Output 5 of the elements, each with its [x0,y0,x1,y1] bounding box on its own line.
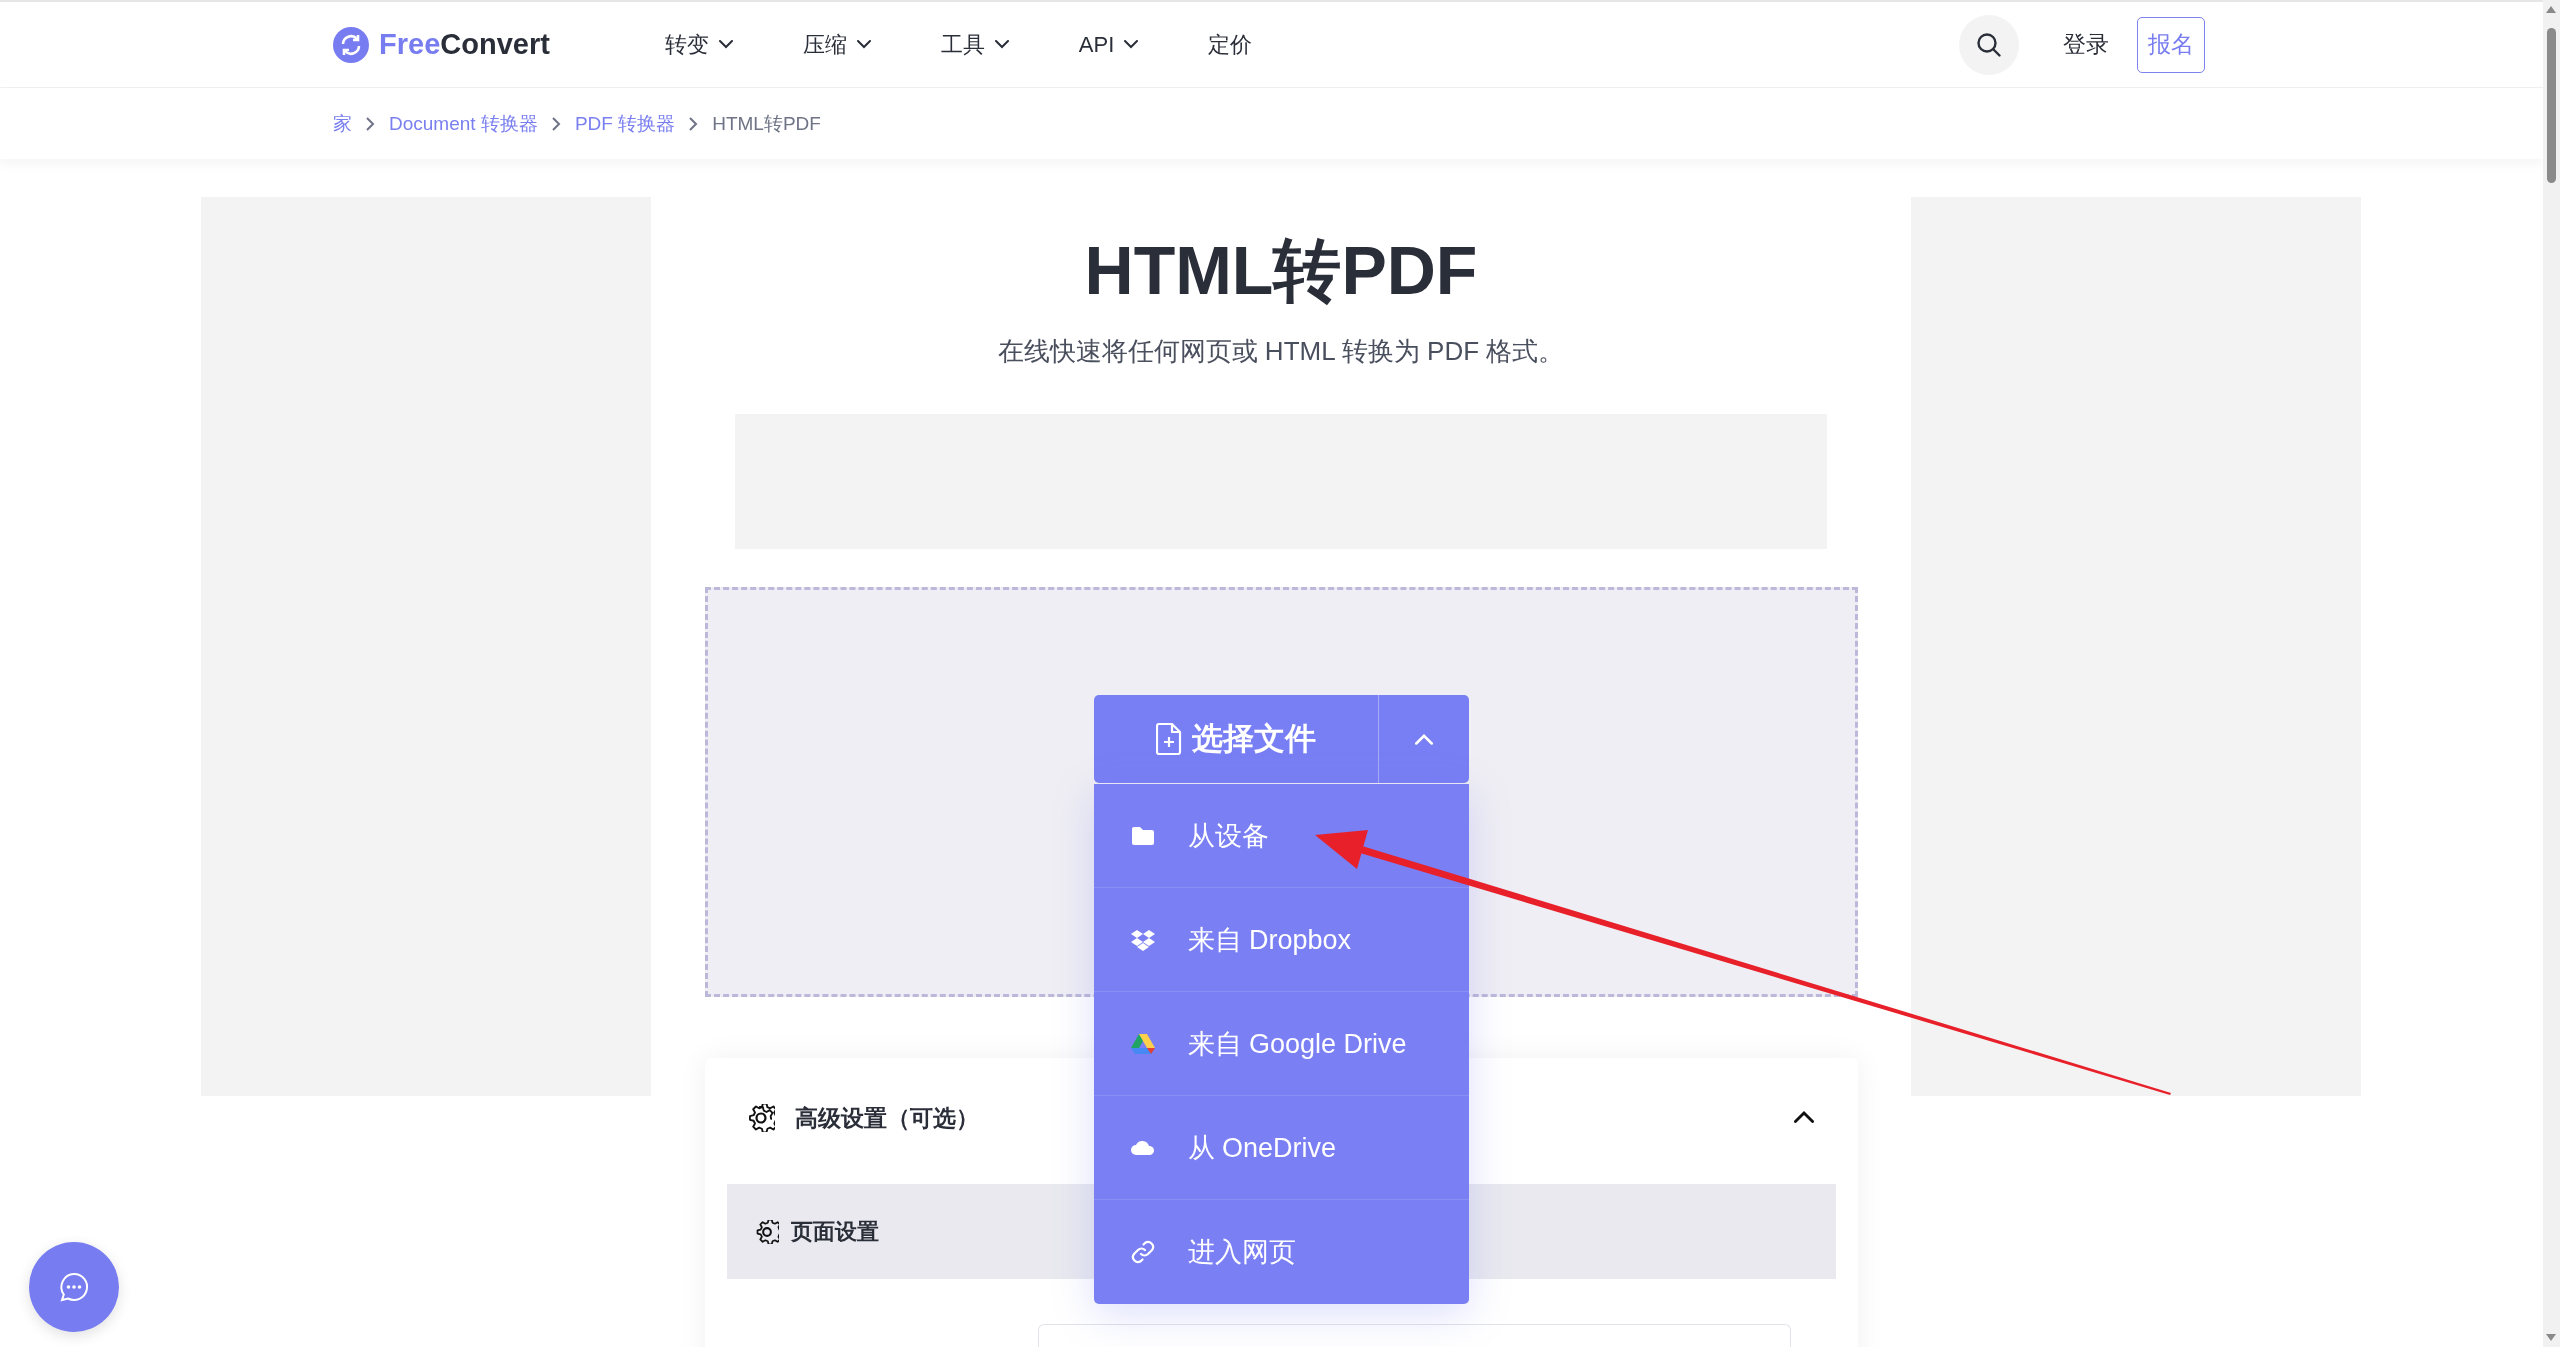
page-subtitle: 在线快速将任何网页或 HTML 转换为 PDF 格式。 [997,335,1565,368]
breadcrumb-current: HTML转PDF [712,111,821,136]
section-title: 页面设置 [790,1217,879,1246]
settings-title: 高级设置（可选） [794,1103,979,1133]
page-title: HTML转PDF [1084,231,1478,310]
